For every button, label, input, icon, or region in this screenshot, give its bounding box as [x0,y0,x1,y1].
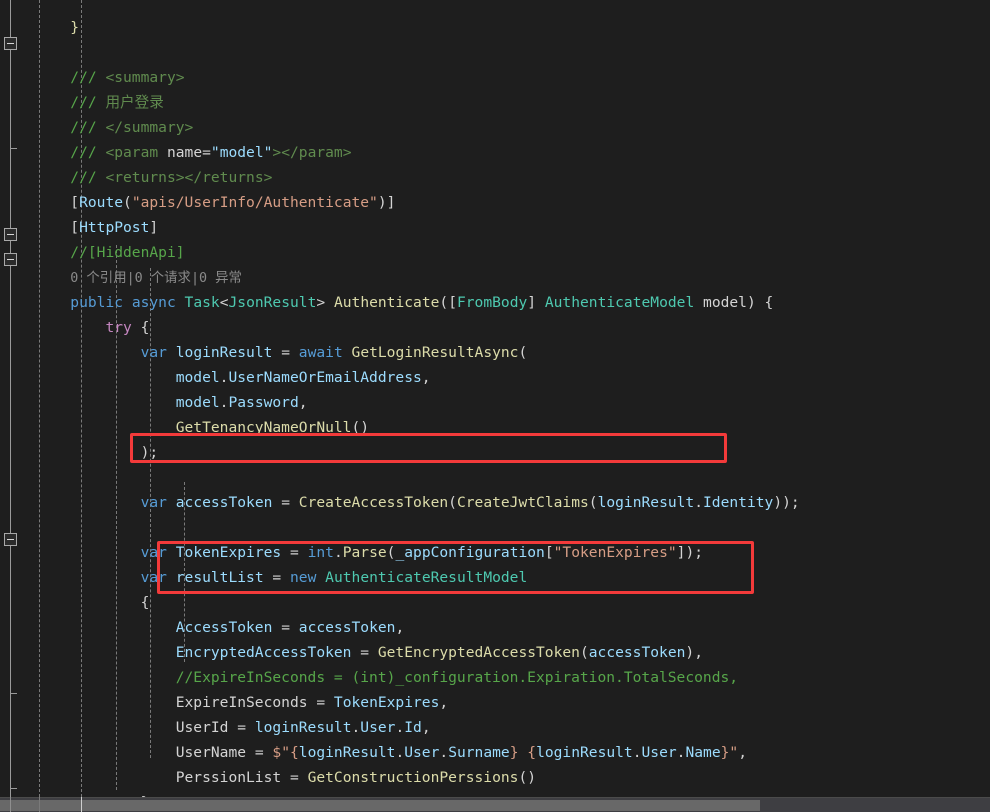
code-lens-text[interactable]: 0 个引用|0 个请求|0 异常 [70,271,242,286]
code-line[interactable]: var accessToken = CreateAccessToken(Crea… [0,490,990,515]
code-line[interactable]: model.UserNameOrEmailAddress, [0,365,990,390]
code-line[interactable]: GetTenancyNameOrNull() [0,415,990,440]
code-line[interactable]: { [0,590,990,615]
code-line[interactable]: } [0,15,990,40]
code-line[interactable]: [Route("apis/UserInfo/Authenticate")] [0,190,990,215]
indent-guide-continuation [39,797,40,812]
code-line[interactable]: model.Password, [0,390,990,415]
code-line[interactable]: [HttpPost] [0,215,990,240]
code-line[interactable]: ExpireInSeconds = TokenExpires, [0,690,990,715]
caret-column-line [81,797,82,812]
code-line[interactable]: PerssionList = GetConstructionPerssions(… [0,765,990,790]
horizontal-scrollbar-thumb[interactable] [0,800,760,811]
code-surface[interactable]: } /// <summary> /// 用户登录 /// </summary> … [0,0,990,797]
code-line[interactable]: /// 用户登录 [0,90,990,115]
code-line[interactable]: AccessToken = accessToken, [0,615,990,640]
code-line[interactable]: public async Task<JsonResult> Authentica… [0,290,990,315]
code-line[interactable]: var TokenExpires = int.Parse(_appConfigu… [0,540,990,565]
code-line[interactable]: var resultList = new AuthenticateResultM… [0,565,990,590]
code-line[interactable] [0,515,990,540]
code-line[interactable]: }; [0,790,990,797]
horizontal-scrollbar[interactable] [0,797,990,812]
code-line[interactable]: UserId = loginResult.User.Id, [0,715,990,740]
code-line[interactable]: var loginResult = await GetLoginResultAs… [0,340,990,365]
code-line[interactable]: /// <summary> [0,65,990,90]
code-line[interactable]: EncryptedAccessToken = GetEncryptedAcces… [0,640,990,665]
code-line[interactable]: ); [0,440,990,465]
code-line[interactable]: //ExpireInSeconds = (int)_configuration.… [0,665,990,690]
code-line[interactable]: UserName = $"{loginResult.User.Surname} … [0,740,990,765]
code-text-block[interactable]: } /// <summary> /// 用户登录 /// </summary> … [0,15,990,797]
code-line[interactable]: //[HiddenApi] [0,240,990,265]
code-line[interactable]: /// <returns></returns> [0,165,990,190]
code-lens-line[interactable]: 0 个引用|0 个请求|0 异常 [0,265,990,290]
code-line[interactable] [0,465,990,490]
code-editor-window[interactable]: } /// <summary> /// 用户登录 /// </summary> … [0,0,990,812]
fold-bar-continuation [10,797,11,812]
code-line[interactable]: /// </summary> [0,115,990,140]
code-line[interactable]: /// <param name="model"></param> [0,140,990,165]
code-line[interactable] [0,40,990,65]
code-line[interactable]: try { [0,315,990,340]
